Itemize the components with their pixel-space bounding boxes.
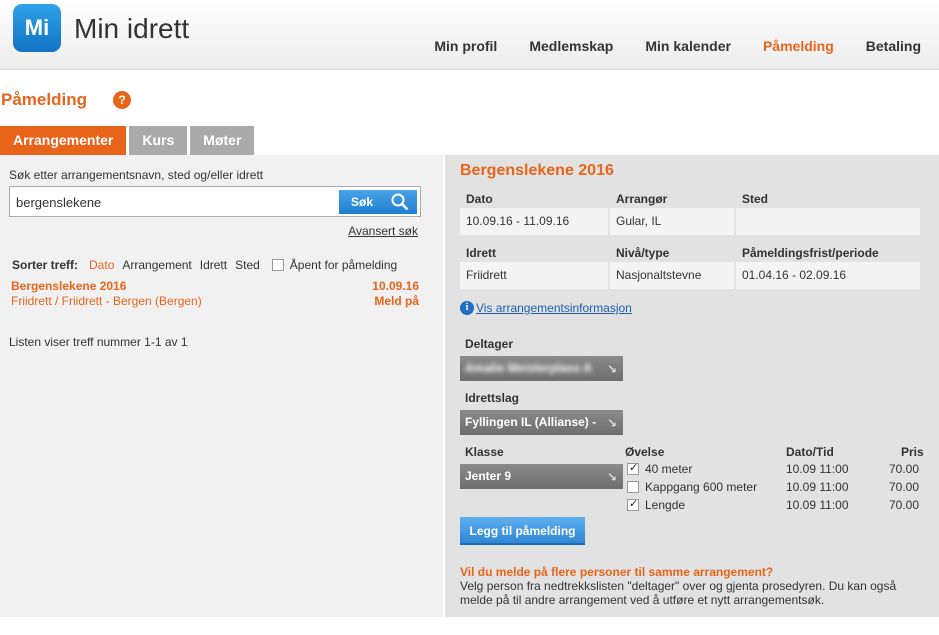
- event-info-grid-2: Idrett Nivå/type Påmeldingsfrist/periode…: [460, 242, 920, 289]
- result-date: 10.09.16: [372, 279, 419, 293]
- idrettslag-value: Fyllingen IL (Allianse) -: [465, 415, 597, 429]
- header-niva: Nivå/type: [616, 246, 670, 260]
- result-details: Friidrett / Friidrett - Bergen (Bergen): [11, 294, 202, 308]
- info-row: i Vis arrangementsinformasjon: [460, 301, 632, 315]
- nav-min-profil[interactable]: Min profil: [434, 38, 497, 54]
- header-ovelse: Øvelse: [625, 445, 665, 459]
- header-idrett: Idrett: [466, 246, 496, 260]
- ovelse-time: 10.09 11:00: [786, 498, 849, 512]
- ovelse-price: 70.00: [888, 462, 919, 476]
- sort-idrett[interactable]: Idrett: [200, 258, 227, 272]
- event-title: Bergenslekene 2016: [460, 162, 614, 179]
- meld-pa-link[interactable]: Meld på: [374, 294, 419, 308]
- ovelse-checkbox[interactable]: [627, 481, 639, 493]
- ovelse-name: Kappgang 600 meter: [645, 480, 758, 494]
- value-idrett: Friidrett: [460, 262, 608, 289]
- list-item: Bergenslekene 2016 10.09.16 Friidrett / …: [11, 279, 419, 308]
- dropdown-arrow-icon: ↘: [606, 362, 617, 376]
- ovelse-price: 70.00: [888, 498, 919, 512]
- header-dato: Dato: [466, 192, 493, 206]
- klasse-select[interactable]: Jenter 9 ↘: [460, 464, 623, 489]
- search-icon: [391, 193, 409, 211]
- event-info-grid-1: Dato Arrangør Sted 10.09.16 - 11.09.16 G…: [460, 188, 920, 235]
- help-icon[interactable]: ?: [113, 91, 131, 109]
- value-niva: Nasjonaltstevne: [610, 262, 734, 289]
- ovelse-row: 40 meter 10.09 11:00 70.00: [623, 461, 923, 479]
- nav-betaling[interactable]: Betaling: [866, 38, 921, 54]
- tab-bar: Arrangementer Kurs Møter: [0, 126, 257, 155]
- ovelse-price: 70.00: [888, 480, 919, 494]
- header-frist: Påmeldingsfrist/periode: [742, 246, 879, 260]
- info-icon: i: [460, 301, 474, 315]
- sort-row: Sorter treff: Dato Arrangement Idrett St…: [12, 258, 397, 272]
- header-dato-tid: Dato/Tid: [786, 445, 834, 459]
- idrettslag-label: Idrettslag: [465, 391, 520, 405]
- open-checkbox[interactable]: [271, 259, 284, 271]
- ovelse-row: Lengde 10.09 11:00 70.00: [623, 497, 923, 515]
- tab-arrangementer[interactable]: Arrangementer: [0, 126, 127, 155]
- value-frist: 01.04.16 - 02.09.16: [736, 262, 920, 289]
- tab-kurs[interactable]: Kurs: [129, 126, 188, 155]
- list-info: Listen viser treff nummer 1-1 av 1: [9, 335, 188, 349]
- nav-pamelding[interactable]: Påmelding: [763, 38, 834, 54]
- sort-label: Sorter treff:: [12, 258, 79, 272]
- nav-min-kalender[interactable]: Min kalender: [645, 38, 731, 54]
- klasse-value: Jenter 9: [465, 469, 512, 483]
- header-arrangor: Arrangør: [616, 192, 668, 206]
- dropdown-arrow-icon: ↘: [606, 470, 617, 484]
- logo-icon[interactable]: Mi: [13, 4, 61, 52]
- sort-arrangement[interactable]: Arrangement: [122, 258, 191, 272]
- event-info-link[interactable]: Vis arrangementsinformasjon: [476, 301, 632, 315]
- advanced-search-link[interactable]: Avansert søk: [348, 224, 418, 238]
- dropdown-arrow-icon: ↘: [606, 416, 617, 430]
- ovelse-time: 10.09 11:00: [786, 480, 849, 494]
- logo-text[interactable]: Min idrett: [74, 13, 189, 45]
- header: Mi Min idrett Min profil Medlemskap Min …: [0, 0, 939, 70]
- sort-sted[interactable]: Sted: [235, 258, 260, 272]
- search-panel: Søk etter arrangementsnavn, sted og/elle…: [0, 155, 443, 617]
- result-name[interactable]: Bergenslekene 2016: [11, 279, 126, 293]
- multi-text: Velg person fra nedtrekkslisten "deltage…: [460, 579, 897, 607]
- ovelse-name: 40 meter: [645, 462, 693, 476]
- ovelse-row: Kappgang 600 meter 10.09 11:00 70.00: [623, 479, 923, 497]
- page-title: Påmelding: [1, 90, 87, 109]
- open-checkbox-label: Åpent for påmelding: [289, 258, 398, 272]
- footer-strip: [0, 617, 939, 635]
- value-dato: 10.09.16 - 11.09.16: [460, 208, 608, 235]
- sort-dato[interactable]: Dato: [89, 258, 114, 272]
- search-button-label: Søk: [351, 195, 374, 209]
- add-registration-button[interactable]: Legg til påmelding: [460, 517, 585, 545]
- event-panel: Bergenslekene 2016 Dato Arrangør Sted 10…: [445, 155, 939, 617]
- search-label: Søk etter arrangementsnavn, sted og/elle…: [9, 168, 264, 182]
- multi-question: Vil du melde på flere personer til samme…: [460, 565, 774, 579]
- value-sted: [736, 208, 920, 235]
- deltager-value: Amalie Meisterplass A: [465, 361, 592, 375]
- idrettslag-select[interactable]: Fyllingen IL (Allianse) - ↘: [460, 410, 623, 435]
- klasse-label: Klasse: [465, 445, 504, 459]
- nav-medlemskap[interactable]: Medlemskap: [529, 38, 613, 54]
- tab-moter[interactable]: Møter: [190, 126, 255, 155]
- deltager-label: Deltager: [465, 337, 514, 351]
- ovelse-checkbox[interactable]: [627, 461, 639, 475]
- ovelse-time: 10.09 11:00: [786, 462, 849, 476]
- deltager-select[interactable]: Amalie Meisterplass A ↘: [460, 356, 623, 381]
- value-arrangor: Gular, IL: [610, 208, 734, 235]
- header-sted: Sted: [742, 192, 769, 206]
- search-button[interactable]: Søk: [339, 190, 417, 214]
- ovelse-checkbox[interactable]: [627, 497, 639, 511]
- search-input[interactable]: [16, 192, 336, 212]
- search-box: Søk: [9, 186, 421, 217]
- header-pris: Pris: [901, 445, 924, 459]
- ovelse-name: Lengde: [645, 498, 686, 512]
- main-nav: Min profil Medlemskap Min kalender Påmel…: [402, 38, 921, 54]
